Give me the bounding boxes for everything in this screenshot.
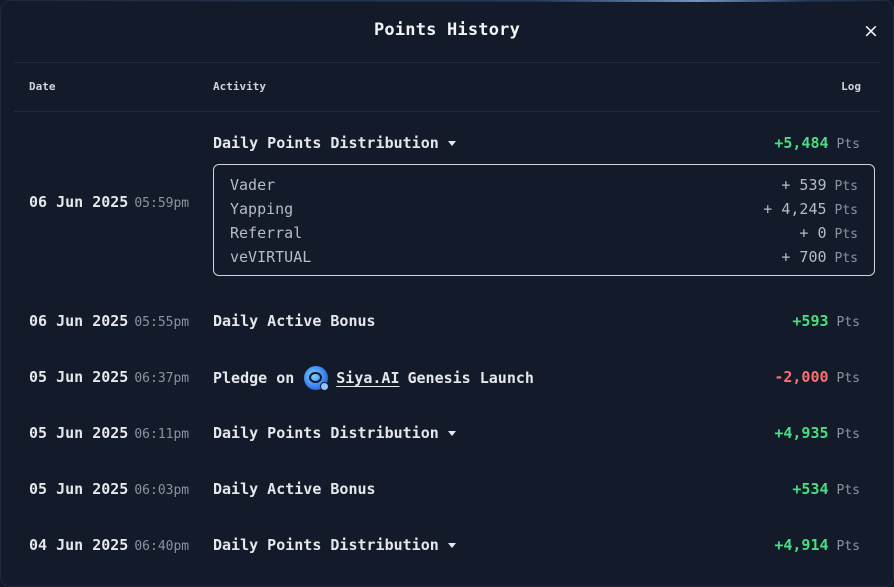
header-divider	[14, 62, 880, 63]
points-unit: Pts	[834, 203, 858, 218]
column-header-log: Log	[841, 80, 861, 93]
log-value: +534 Pts	[792, 480, 860, 498]
table-row-date: 05 Jun 2025 06:37pm	[29, 368, 189, 386]
points-unit: Pts	[834, 179, 858, 194]
breakdown-item: veVIRTUAL + 700 Pts	[230, 248, 858, 268]
date-text: 05 Jun 2025	[29, 424, 129, 442]
activity-label: Daily Points Distribution	[213, 424, 439, 442]
columns-divider	[14, 111, 880, 112]
points-unit: Pts	[834, 227, 858, 242]
activity-label: Daily Active Bonus	[213, 480, 376, 498]
breakdown-label: Vader	[230, 176, 276, 194]
date-text: 06 Jun 2025	[29, 193, 129, 211]
time-text: 06:40pm	[134, 539, 190, 554]
log-value: -2,000 Pts	[774, 368, 860, 386]
log-value: +4,935 Pts	[774, 424, 860, 442]
time-text: 06:37pm	[134, 371, 190, 386]
date-text: 04 Jun 2025	[29, 536, 129, 554]
time-text: 05:55pm	[134, 315, 190, 330]
points-amount: +534	[792, 480, 829, 498]
breakdown-amount: + 700	[781, 248, 827, 266]
activity-daily-active-bonus: Daily Active Bonus	[213, 480, 376, 498]
points-amount: +4,935	[774, 424, 829, 442]
siya-ai-link[interactable]: Siya.AI	[336, 369, 399, 387]
date-text: 06 Jun 2025	[29, 312, 129, 330]
table-row-date: 04 Jun 2025 06:40pm	[29, 536, 189, 554]
breakdown-label: Yapping	[230, 200, 294, 218]
breakdown-item: Yapping + 4,245 Pts	[230, 200, 858, 220]
points-unit: Pts	[836, 371, 860, 386]
chevron-down-icon[interactable]	[447, 140, 456, 146]
log-value: +593 Pts	[792, 312, 860, 330]
activity-daily-active-bonus: Daily Active Bonus	[213, 312, 376, 330]
table-row-date: 06 Jun 2025 05:59pm	[29, 193, 189, 211]
activity-suffix: Genesis Launch	[407, 369, 534, 387]
points-amount: +5,484	[774, 134, 829, 152]
chevron-down-icon[interactable]	[447, 430, 456, 436]
column-header-activity: Activity	[213, 80, 266, 93]
breakdown-value: + 4,245 Pts	[763, 200, 858, 218]
points-unit: Pts	[836, 315, 860, 330]
activity-pledge-genesis-launch: Pledge on Siya.AI Genesis Launch	[213, 366, 534, 391]
date-text: 05 Jun 2025	[29, 368, 129, 386]
breakdown-item: Referral + 0 Pts	[230, 224, 858, 244]
close-icon[interactable]: ×	[862, 20, 880, 42]
points-unit: Pts	[836, 539, 860, 554]
breakdown-label: veVIRTUAL	[230, 248, 312, 266]
breakdown-amount: + 0	[799, 224, 827, 242]
points-amount: +4,914	[774, 536, 829, 554]
breakdown-amount: + 539	[781, 176, 827, 194]
top-glow-border	[0, 0, 894, 2]
column-header-date: Date	[29, 80, 56, 93]
time-text: 06:03pm	[134, 483, 190, 498]
table-row-date: 05 Jun 2025 06:03pm	[29, 480, 189, 498]
breakdown-label: Referral	[230, 224, 303, 242]
breakdown-value: + 700 Pts	[781, 248, 858, 266]
date-text: 05 Jun 2025	[29, 480, 129, 498]
activity-daily-points-distribution[interactable]: Daily Points Distribution	[213, 536, 456, 554]
points-history-modal: Points History × Date Activity Log 06 Ju…	[0, 0, 894, 587]
modal-title: Points History	[373, 20, 521, 40]
log-value: +4,914 Pts	[774, 536, 860, 554]
breakdown-amount: + 4,245	[763, 200, 827, 218]
activity-label: Daily Active Bonus	[213, 312, 376, 330]
points-unit: Pts	[834, 251, 858, 266]
points-unit: Pts	[836, 137, 860, 152]
time-text: 06:11pm	[134, 427, 190, 442]
points-unit: Pts	[836, 483, 860, 498]
breakdown-value: + 539 Pts	[781, 176, 858, 194]
activity-prefix: Pledge on	[213, 369, 295, 387]
points-unit: Pts	[836, 427, 860, 442]
log-value: +5,484 Pts	[774, 134, 860, 152]
chevron-down-icon[interactable]	[447, 542, 456, 548]
points-amount: -2,000	[774, 368, 829, 386]
points-breakdown-panel: Vader + 539 Pts Yapping + 4,245 Pts Referr…	[213, 164, 875, 276]
activity-daily-points-distribution[interactable]: Daily Points Distribution	[213, 134, 456, 152]
table-row-date: 05 Jun 2025 06:11pm	[29, 424, 189, 442]
breakdown-item: Vader + 539 Pts	[230, 176, 858, 196]
activity-label: Daily Points Distribution	[213, 134, 439, 152]
siya-ai-logo-icon	[304, 366, 330, 391]
time-text: 05:59pm	[134, 196, 190, 211]
activity-label: Daily Points Distribution	[213, 536, 439, 554]
activity-daily-points-distribution[interactable]: Daily Points Distribution	[213, 424, 456, 442]
table-row-date: 06 Jun 2025 05:55pm	[29, 312, 189, 330]
points-amount: +593	[792, 312, 829, 330]
breakdown-value: + 0 Pts	[799, 224, 858, 242]
